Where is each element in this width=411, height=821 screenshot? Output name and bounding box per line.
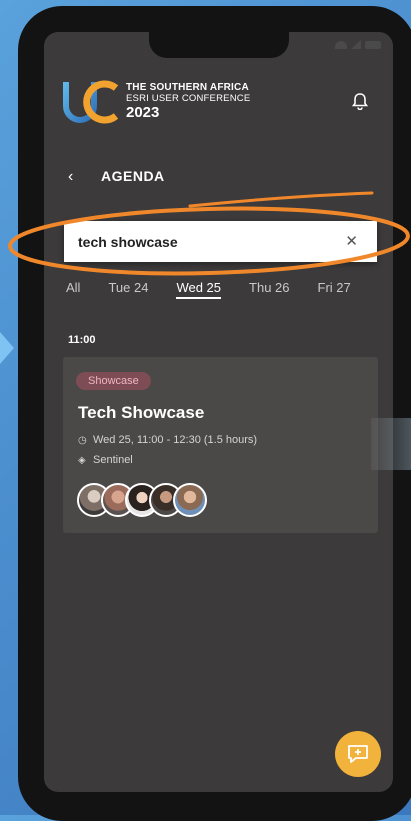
time-slot-label: 11:00 <box>68 334 96 346</box>
category-badge: Showcase <box>76 372 151 390</box>
tab-all[interactable]: All <box>66 280 80 299</box>
status-bar <box>335 40 381 49</box>
back-icon[interactable]: ‹ <box>68 168 73 186</box>
logo-line1: THE SOUTHERN AFRICA <box>126 81 249 93</box>
tab-fri-27[interactable]: Fri 27 <box>318 280 351 299</box>
uc-logo-icon <box>63 80 119 124</box>
tab-tue-24[interactable]: Tue 24 <box>108 280 148 299</box>
tab-thu-26[interactable]: Thu 26 <box>249 280 289 299</box>
search-input[interactable] <box>78 221 328 262</box>
logo-year: 2023 <box>126 103 160 121</box>
clock-icon: ◷ <box>78 434 87 446</box>
tag-icon: ◈ <box>78 454 86 466</box>
edge-highlight <box>371 418 411 470</box>
session-title: Tech Showcase <box>78 403 205 422</box>
session-when: Wed 25, 11:00 - 12:30 (1.5 hours) <box>93 434 258 446</box>
add-feedback-button[interactable] <box>335 731 381 777</box>
session-card[interactable]: Showcase Tech Showcase ◷ Wed 25, 11:00 -… <box>63 357 378 533</box>
conference-logo: THE SOUTHERN AFRICA ESRI USER CONFERENCE… <box>62 78 250 124</box>
tab-wed-25[interactable]: Wed 25 <box>176 280 222 299</box>
page-title: AGENDA <box>101 168 165 184</box>
session-location: Sentinel <box>93 454 133 466</box>
wifi-icon <box>335 40 347 49</box>
day-tabs: All Tue 24 Wed 25 Thu 26 Fri 27 <box>66 280 393 299</box>
avatar[interactable] <box>173 483 207 517</box>
session-location-row: ◈ Sentinel <box>78 454 133 466</box>
speaker-avatars <box>77 483 207 517</box>
close-icon[interactable]: ✕ <box>345 232 358 250</box>
add-comment-icon <box>348 745 368 763</box>
signal-icon <box>351 40 361 49</box>
notch <box>149 32 289 58</box>
search-box: ✕ <box>64 221 377 262</box>
battery-icon <box>365 40 381 49</box>
side-arrow <box>0 332 14 364</box>
bell-icon[interactable] <box>352 92 368 110</box>
logo-line2: ESRI USER CONFERENCE <box>126 92 251 104</box>
session-time-row: ◷ Wed 25, 11:00 - 12:30 (1.5 hours) <box>78 434 257 446</box>
app-screen: THE SOUTHERN AFRICA ESRI USER CONFERENCE… <box>44 32 393 792</box>
